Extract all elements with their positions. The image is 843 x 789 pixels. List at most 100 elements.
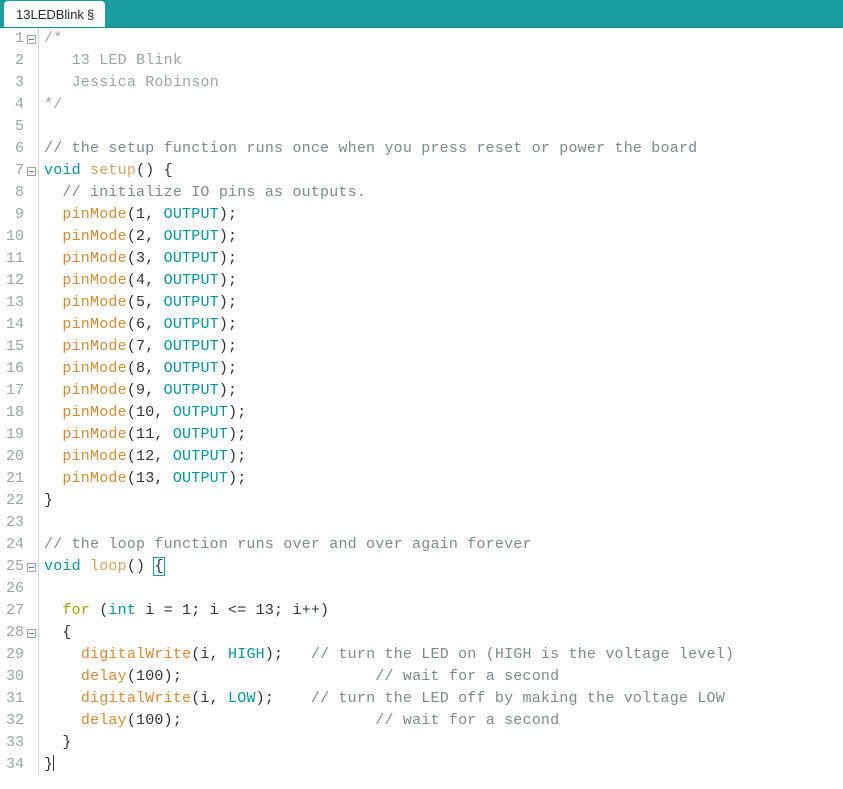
line-number: 24: [5, 536, 24, 553]
code-cell[interactable]: 13 LED Blink: [39, 50, 843, 72]
code-cell[interactable]: pinMode(3, OUTPUT);: [39, 248, 843, 270]
code-cell[interactable]: pinMode(9, OUTPUT);: [39, 380, 843, 402]
code-cell[interactable]: for (int i = 1; i <= 13; i++): [39, 600, 843, 622]
code-line-row: 12 pinMode(4, OUTPUT);: [0, 270, 843, 292]
code-line-row: 18 pinMode(10, OUTPUT);: [0, 402, 843, 424]
code-cell[interactable]: Jessica Robinson: [39, 72, 843, 94]
code-cell[interactable]: {: [39, 622, 843, 644]
code-cell[interactable]: void loop() {: [39, 556, 843, 578]
code-line-row: 5: [0, 116, 843, 138]
code-cell[interactable]: pinMode(4, OUTPUT);: [39, 270, 843, 292]
code-line-text: [44, 116, 843, 138]
code-cell[interactable]: pinMode(10, OUTPUT);: [39, 402, 843, 424]
code-cell[interactable]: void setup() {: [39, 160, 843, 182]
text-cursor: [53, 755, 55, 771]
code-cell[interactable]: pinMode(13, OUTPUT);: [39, 468, 843, 490]
line-number: 20: [5, 448, 24, 465]
code-cell[interactable]: [39, 116, 843, 138]
line-gutter: 32: [0, 710, 39, 732]
code-cell[interactable]: }: [39, 490, 843, 512]
code-fold-collapse-icon[interactable]: [27, 562, 36, 572]
code-token: (i,: [191, 690, 229, 707]
gutter-inner: 21: [0, 468, 39, 490]
line-gutter: 16: [0, 358, 39, 380]
code-fold-collapse-icon[interactable]: [27, 166, 36, 176]
code-token: pinMode: [62, 426, 127, 443]
code-line-row: 15 pinMode(7, OUTPUT);: [0, 336, 843, 358]
code-token: OUTPUT: [172, 404, 229, 421]
code-token: OUTPUT: [163, 316, 219, 333]
line-gutter: 3: [0, 72, 39, 94]
code-editor-area[interactable]: 1/* 2 13 LED Blink 3 Jessica Robinson 4 */5 6…: [0, 28, 843, 789]
code-cell[interactable]: }: [39, 754, 843, 776]
code-token: );: [218, 206, 238, 223]
code-cell[interactable]: // the setup function runs once when you…: [39, 138, 843, 160]
code-cell[interactable]: pinMode(1, OUTPUT);: [39, 204, 843, 226]
code-token: OUTPUT: [172, 470, 229, 487]
line-gutter: 5: [0, 116, 39, 138]
code-line-row: 2 13 LED Blink: [0, 50, 843, 72]
code-token: );: [218, 272, 238, 289]
line-gutter: 7: [0, 160, 39, 182]
line-number: 4: [14, 96, 24, 113]
code-cell[interactable]: pinMode(8, OUTPUT);: [39, 358, 843, 380]
code-cell[interactable]: digitalWrite(i, HIGH); // turn the LED o…: [39, 644, 843, 666]
code-cell[interactable]: pinMode(5, OUTPUT);: [39, 292, 843, 314]
code-line-row: 8 // initialize IO pins as outputs.: [0, 182, 843, 204]
code-cell[interactable]: */: [39, 94, 843, 116]
code-fold-collapse-icon[interactable]: [27, 628, 36, 638]
code-cell[interactable]: /*: [39, 28, 843, 50]
code-cell[interactable]: pinMode(2, OUTPUT);: [39, 226, 843, 248]
line-number: 3: [14, 74, 24, 91]
code-cell[interactable]: [39, 512, 843, 534]
gutter-inner: 14: [0, 314, 39, 336]
code-cell[interactable]: // the loop function runs over and over …: [39, 534, 843, 556]
code-token: OUTPUT: [172, 448, 229, 465]
code-cell[interactable]: }: [39, 732, 843, 754]
code-cell[interactable]: // initialize IO pins as outputs.: [39, 182, 843, 204]
code-cell[interactable]: [39, 578, 843, 600]
code-token: digitalWrite: [80, 646, 192, 663]
code-cell[interactable]: pinMode(7, OUTPUT);: [39, 336, 843, 358]
code-line-row: 30 delay(100); // wait for a second: [0, 666, 843, 688]
code-token: (1,: [126, 206, 164, 223]
code-token: OUTPUT: [163, 360, 219, 377]
line-number: 15: [5, 338, 24, 355]
code-token: loop: [90, 558, 127, 575]
line-number: 9: [14, 206, 24, 223]
line-gutter: 15: [0, 336, 39, 358]
code-token: pinMode: [62, 250, 127, 267]
code-cell[interactable]: pinMode(6, OUTPUT);: [39, 314, 843, 336]
code-token: );: [228, 448, 247, 465]
code-token: void: [44, 558, 81, 575]
code-line-text: Jessica Robinson: [44, 72, 843, 94]
code-line-text: pinMode(11, OUTPUT);: [44, 424, 843, 446]
code-cell[interactable]: pinMode(12, OUTPUT);: [39, 446, 843, 468]
code-token: );: [218, 338, 238, 355]
code-line-text: // the setup function runs once when you…: [44, 138, 843, 160]
code-line-row: 6 // the setup function runs once when yo…: [0, 138, 843, 160]
code-cell[interactable]: digitalWrite(i, LOW); // turn the LED of…: [39, 688, 843, 710]
code-fold-collapse-icon[interactable]: [27, 34, 36, 44]
code-cell[interactable]: pinMode(11, OUTPUT);: [39, 424, 843, 446]
code-line-row: 33 }: [0, 732, 843, 754]
line-number: 21: [5, 470, 24, 487]
code-cell[interactable]: delay(100); // wait for a second: [39, 666, 843, 688]
line-number: 30: [5, 668, 24, 685]
gutter-inner: 10: [0, 226, 39, 248]
code-token: (10,: [126, 404, 173, 421]
line-number: 28: [5, 624, 24, 641]
line-number: 10: [5, 228, 24, 245]
code-line-row: 7 void setup() {: [0, 160, 843, 182]
sketch-tab-13ledblink[interactable]: 13LEDBlink §: [4, 1, 106, 27]
gutter-inner: 20: [0, 446, 39, 468]
code-cell[interactable]: delay(100); // wait for a second: [39, 710, 843, 732]
